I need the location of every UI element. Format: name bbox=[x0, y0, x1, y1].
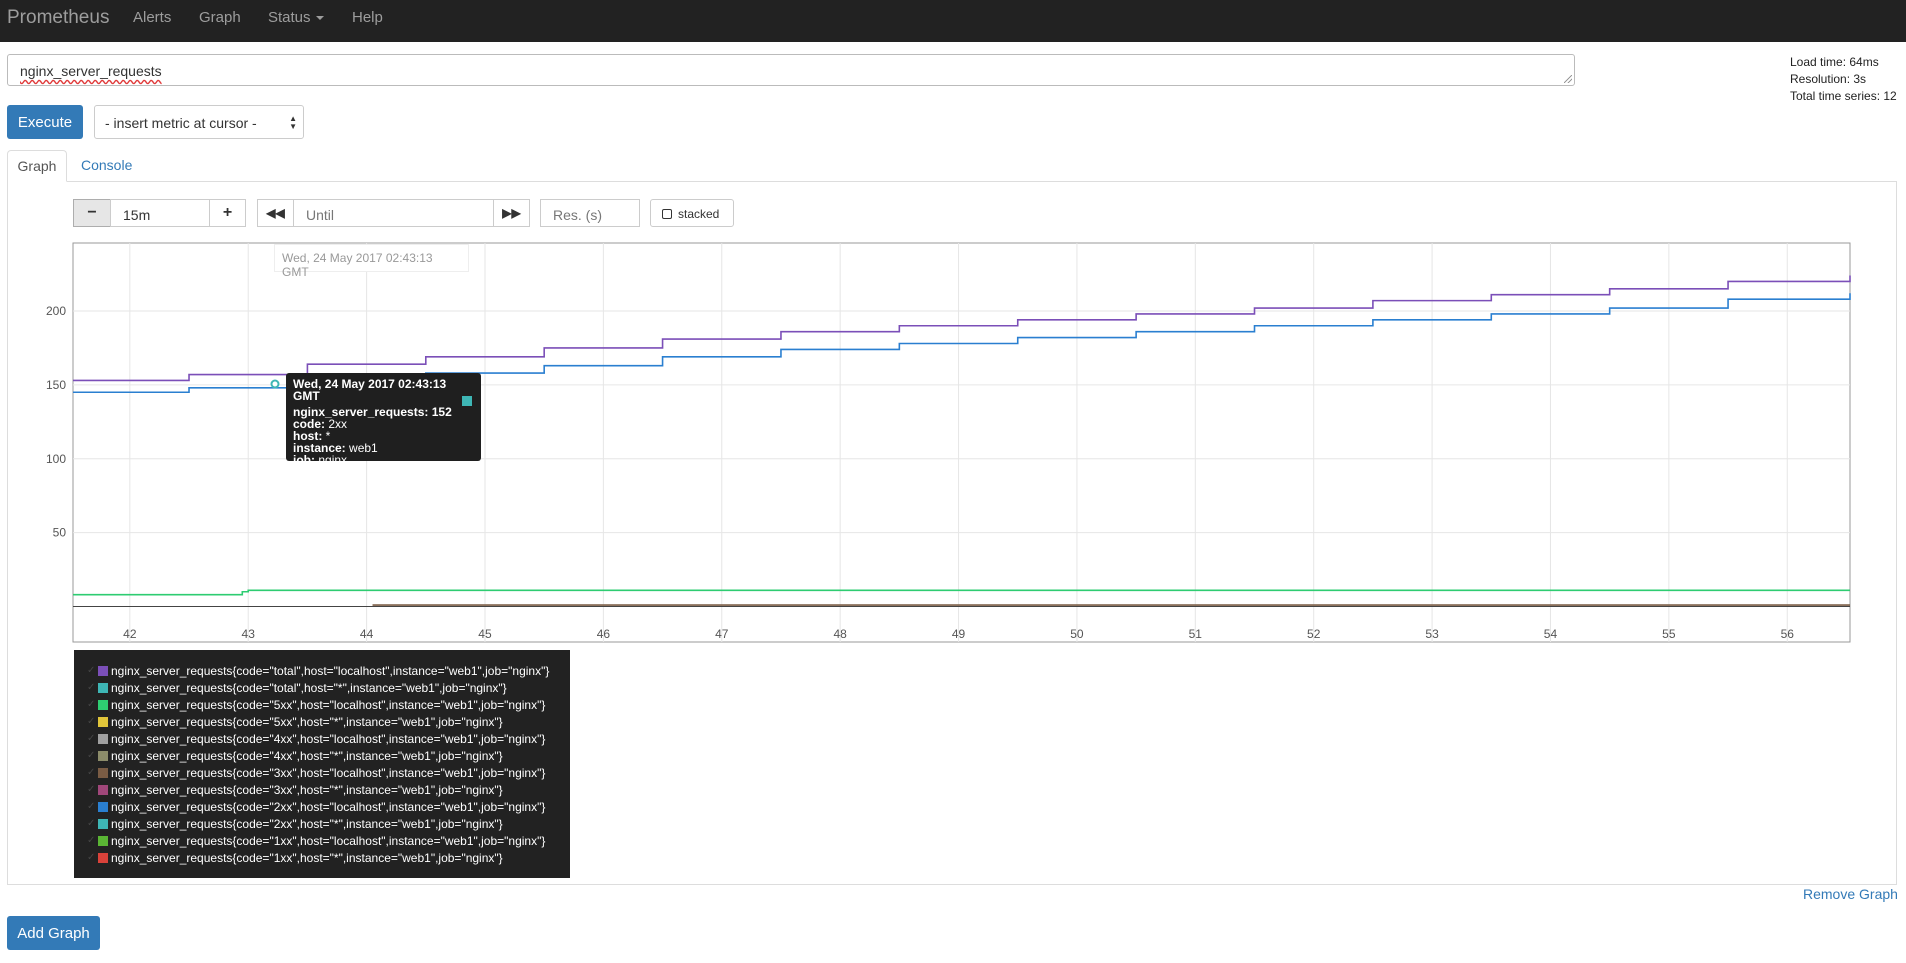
hover-time-label: Wed, 24 May 2017 02:43:13 GMT bbox=[274, 244, 469, 279]
tooltip-value: 152 bbox=[431, 405, 452, 419]
legend-item[interactable]: ✓ nginx_server_requests{code="total",host… bbox=[74, 680, 570, 697]
check-icon: ✓ bbox=[87, 733, 96, 744]
check-icon: ✓ bbox=[87, 716, 96, 727]
tooltip-key: job: bbox=[293, 453, 315, 467]
x-tick-label: 50 bbox=[1070, 627, 1084, 641]
legend-swatch bbox=[98, 853, 108, 863]
legend-swatch bbox=[98, 751, 108, 761]
legend-label: nginx_server_requests{code="4xx",host="*… bbox=[111, 749, 503, 763]
x-tick-label: 48 bbox=[833, 627, 847, 641]
legend-item[interactable]: ✓ nginx_server_requests{code="3xx",host="… bbox=[74, 765, 570, 782]
hover-point bbox=[270, 379, 280, 389]
tooltip-val: 2xx bbox=[328, 417, 348, 431]
check-icon: ✓ bbox=[87, 784, 96, 795]
legend-swatch bbox=[98, 717, 108, 727]
x-tick-label: 46 bbox=[597, 627, 611, 641]
legend-label: nginx_server_requests{code="3xx",host="*… bbox=[111, 783, 503, 797]
legend-item[interactable]: ✓ nginx_server_requests{code="3xx",host="… bbox=[74, 782, 570, 799]
legend-item[interactable]: ✓ nginx_server_requests{code="2xx",host="… bbox=[74, 816, 570, 833]
legend-item[interactable]: ✓ nginx_server_requests{code="4xx",host="… bbox=[74, 731, 570, 748]
series-legend: ✓ nginx_server_requests{code="total",host… bbox=[74, 650, 570, 878]
x-tick-label: 42 bbox=[123, 627, 137, 641]
x-tick-label: 43 bbox=[242, 627, 256, 641]
x-tick-label: 47 bbox=[715, 627, 729, 641]
legend-swatch bbox=[98, 734, 108, 744]
remove-graph-link[interactable]: Remove Graph bbox=[1803, 886, 1898, 902]
legend-label: nginx_server_requests{code="3xx",host="l… bbox=[111, 766, 546, 780]
legend-label: nginx_server_requests{code="1xx",host="l… bbox=[111, 834, 546, 848]
y-tick-label: 200 bbox=[46, 304, 66, 318]
x-tick-label: 52 bbox=[1307, 627, 1321, 641]
x-tick-label: 49 bbox=[952, 627, 966, 641]
hover-tooltip: Wed, 24 May 2017 02:43:13 GMT nginx_serv… bbox=[286, 373, 481, 466]
tooltip-swatch bbox=[462, 396, 472, 406]
check-icon: ✓ bbox=[87, 665, 96, 676]
legend-swatch bbox=[98, 785, 108, 795]
legend-label: nginx_server_requests{code="2xx",host="l… bbox=[111, 800, 546, 814]
add-graph-button[interactable]: Add Graph bbox=[7, 916, 100, 950]
legend-item[interactable]: ✓ nginx_server_requests{code="1xx",host="… bbox=[74, 833, 570, 850]
legend-label: nginx_server_requests{code="5xx",host="l… bbox=[111, 698, 546, 712]
legend-item[interactable]: ✓ nginx_server_requests{code="total",host… bbox=[74, 663, 570, 680]
legend-swatch bbox=[98, 836, 108, 846]
legend-label: nginx_server_requests{code="5xx",host="*… bbox=[111, 715, 503, 729]
legend-swatch bbox=[98, 802, 108, 812]
legend-label: nginx_server_requests{code="total",host=… bbox=[111, 664, 550, 678]
x-tick-label: 55 bbox=[1662, 627, 1676, 641]
legend-item[interactable]: ✓ nginx_server_requests{code="1xx",host="… bbox=[74, 850, 570, 867]
x-tick-label: 51 bbox=[1189, 627, 1203, 641]
tooltip-val: nginx bbox=[318, 453, 348, 467]
check-icon: ✓ bbox=[87, 699, 96, 710]
legend-label: nginx_server_requests{code="4xx",host="l… bbox=[111, 732, 546, 746]
x-tick-label: 53 bbox=[1425, 627, 1439, 641]
x-tick-label: 54 bbox=[1544, 627, 1558, 641]
legend-label: nginx_server_requests{code="2xx",host="*… bbox=[111, 817, 503, 831]
check-icon: ✓ bbox=[87, 682, 96, 693]
check-icon: ✓ bbox=[87, 852, 96, 863]
tooltip-val: web1 bbox=[349, 441, 378, 455]
x-tick-label: 45 bbox=[478, 627, 492, 641]
check-icon: ✓ bbox=[87, 818, 96, 829]
y-tick-label: 100 bbox=[46, 452, 66, 466]
x-tick-label: 56 bbox=[1781, 627, 1795, 641]
legend-swatch bbox=[98, 700, 108, 710]
check-icon: ✓ bbox=[87, 750, 96, 761]
y-tick-label: 150 bbox=[46, 378, 66, 392]
legend-item[interactable]: ✓ nginx_server_requests{code="2xx",host="… bbox=[74, 799, 570, 816]
legend-label: nginx_server_requests{code="1xx",host="*… bbox=[111, 851, 503, 865]
legend-swatch bbox=[98, 819, 108, 829]
check-icon: ✓ bbox=[87, 767, 96, 778]
y-tick-label: 50 bbox=[53, 526, 67, 540]
check-icon: ✓ bbox=[87, 835, 96, 846]
legend-swatch bbox=[98, 683, 108, 693]
tooltip-title: Wed, 24 May 2017 02:43:13 GMT bbox=[293, 377, 447, 403]
check-icon: ✓ bbox=[87, 801, 96, 812]
legend-item[interactable]: ✓ nginx_server_requests{code="5xx",host="… bbox=[74, 697, 570, 714]
legend-swatch bbox=[98, 768, 108, 778]
x-tick-label: 44 bbox=[360, 627, 374, 641]
legend-swatch bbox=[98, 666, 108, 676]
legend-item[interactable]: ✓ nginx_server_requests{code="4xx",host="… bbox=[74, 748, 570, 765]
legend-label: nginx_server_requests{code="total",host=… bbox=[111, 681, 507, 695]
legend-item[interactable]: ✓ nginx_server_requests{code="5xx",host="… bbox=[74, 714, 570, 731]
